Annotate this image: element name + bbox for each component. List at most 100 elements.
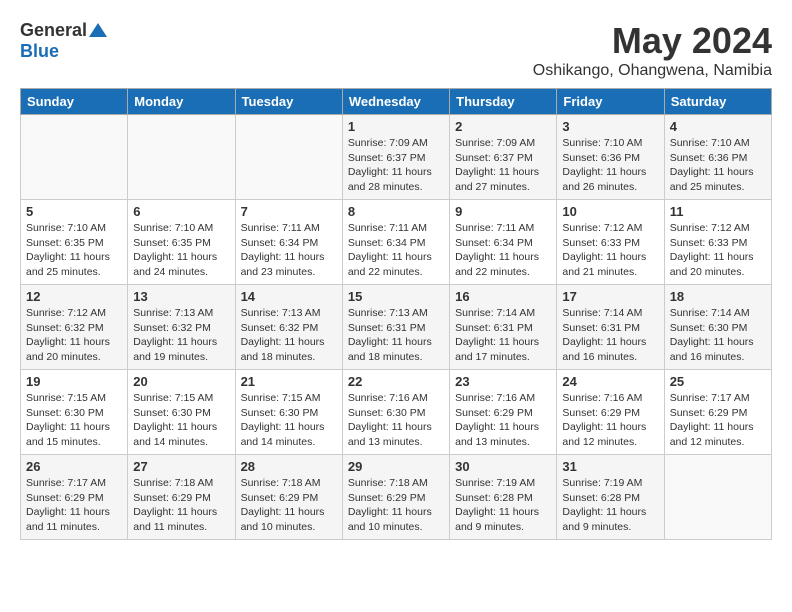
calendar-cell: 4Sunrise: 7:10 AM Sunset: 6:36 PM Daylig…: [664, 115, 771, 200]
day-number: 15: [348, 289, 444, 304]
location: Oshikango, Ohangwena, Namibia: [533, 62, 772, 80]
calendar-cell: [664, 455, 771, 540]
day-info: Sunrise: 7:12 AM Sunset: 6:33 PM Dayligh…: [670, 221, 766, 280]
calendar-cell: [235, 115, 342, 200]
day-info: Sunrise: 7:14 AM Sunset: 6:31 PM Dayligh…: [562, 306, 658, 365]
calendar-cell: [128, 115, 235, 200]
day-number: 9: [455, 204, 551, 219]
calendar-cell: [21, 115, 128, 200]
day-number: 1: [348, 119, 444, 134]
day-info: Sunrise: 7:11 AM Sunset: 6:34 PM Dayligh…: [241, 221, 337, 280]
calendar-cell: 16 Sunrise: 7:14 AM Sunset: 6:31 PM Dayli…: [450, 285, 557, 370]
header: General Blue May 2024 Oshikango, Ohangwe…: [20, 20, 772, 80]
calendar-cell: 9 Sunrise: 7:11 AM Sunset: 6:34 PM Daylig…: [450, 200, 557, 285]
day-number: 7: [241, 204, 337, 219]
day-number: 31: [562, 459, 658, 474]
calendar-cell: 10 Sunrise: 7:12 AM Sunset: 6:33 PM Dayli…: [557, 200, 664, 285]
weekday-header-thursday: Thursday: [450, 89, 557, 115]
day-number: 5: [26, 204, 122, 219]
day-info: Sunrise: 7:17 AM Sunset: 6:29 PM Dayligh…: [26, 476, 122, 535]
calendar-table: SundayMondayTuesdayWednesdayThursdayFrid…: [20, 88, 772, 540]
day-info: Sunrise: 7:10 AM Sunset: 6:35 PM Dayligh…: [133, 221, 229, 280]
calendar-cell: 6 Sunrise: 7:10 AM Sunset: 6:35 PM Daylig…: [128, 200, 235, 285]
day-number: 26: [26, 459, 122, 474]
weekday-header-saturday: Saturday: [664, 89, 771, 115]
day-number: 3: [562, 119, 658, 134]
calendar-cell: 19 Sunrise: 7:15 AM Sunset: 6:30 PM Dayli…: [21, 370, 128, 455]
calendar-cell: 27 Sunrise: 7:18 AM Sunset: 6:29 PM Dayli…: [128, 455, 235, 540]
title-area: May 2024 Oshikango, Ohangwena, Namibia: [533, 20, 772, 80]
day-info: Sunrise: 7:15 AM Sunset: 6:30 PM Dayligh…: [26, 391, 122, 450]
day-number: 8: [348, 204, 444, 219]
day-info: Sunrise: 7:14 AM Sunset: 6:31 PM Dayligh…: [455, 306, 551, 365]
day-info: Sunrise: 7:18 AM Sunset: 6:29 PM Dayligh…: [133, 476, 229, 535]
weekday-header-sunday: Sunday: [21, 89, 128, 115]
calendar-cell: 20 Sunrise: 7:15 AM Sunset: 6:30 PM Dayli…: [128, 370, 235, 455]
calendar-cell: 12 Sunrise: 7:12 AM Sunset: 6:32 PM Dayli…: [21, 285, 128, 370]
calendar-cell: 18 Sunrise: 7:14 AM Sunset: 6:30 PM Dayli…: [664, 285, 771, 370]
day-info: Sunrise: 7:16 AM Sunset: 6:29 PM Dayligh…: [455, 391, 551, 450]
day-number: 10: [562, 204, 658, 219]
calendar-cell: 29 Sunrise: 7:18 AM Sunset: 6:29 PM Dayli…: [342, 455, 449, 540]
day-number: 11: [670, 204, 766, 219]
day-info: Sunrise: 7:18 AM Sunset: 6:29 PM Dayligh…: [348, 476, 444, 535]
calendar-cell: 31 Sunrise: 7:19 AM Sunset: 6:28 PM Dayli…: [557, 455, 664, 540]
day-number: 14: [241, 289, 337, 304]
day-info: Sunrise: 7:10 AM Sunset: 6:36 PM Dayligh…: [670, 136, 766, 195]
calendar-cell: 2 Sunrise: 7:09 AM Sunset: 6:37 PM Daylig…: [450, 115, 557, 200]
logo-blue-text: Blue: [20, 41, 59, 61]
day-number: 30: [455, 459, 551, 474]
day-info: Sunrise: 7:13 AM Sunset: 6:32 PM Dayligh…: [241, 306, 337, 365]
calendar-cell: 5 Sunrise: 7:10 AM Sunset: 6:35 PM Daylig…: [21, 200, 128, 285]
logo-general-text: General: [20, 20, 87, 41]
calendar-cell: 24 Sunrise: 7:16 AM Sunset: 6:29 PM Dayli…: [557, 370, 664, 455]
calendar-cell: 3Sunrise: 7:10 AM Sunset: 6:36 PM Daylig…: [557, 115, 664, 200]
day-number: 20: [133, 374, 229, 389]
day-number: 28: [241, 459, 337, 474]
day-info: Sunrise: 7:19 AM Sunset: 6:28 PM Dayligh…: [562, 476, 658, 535]
weekday-header-tuesday: Tuesday: [235, 89, 342, 115]
day-info: Sunrise: 7:12 AM Sunset: 6:32 PM Dayligh…: [26, 306, 122, 365]
calendar-cell: 23 Sunrise: 7:16 AM Sunset: 6:29 PM Dayli…: [450, 370, 557, 455]
day-number: 19: [26, 374, 122, 389]
day-info: Sunrise: 7:09 AM Sunset: 6:37 PM Dayligh…: [348, 136, 444, 195]
day-info: Sunrise: 7:16 AM Sunset: 6:30 PM Dayligh…: [348, 391, 444, 450]
day-info: Sunrise: 7:14 AM Sunset: 6:30 PM Dayligh…: [670, 306, 766, 365]
day-info: Sunrise: 7:09 AM Sunset: 6:37 PM Dayligh…: [455, 136, 551, 195]
day-number: 17: [562, 289, 658, 304]
day-number: 6: [133, 204, 229, 219]
day-number: 18: [670, 289, 766, 304]
calendar-cell: 7 Sunrise: 7:11 AM Sunset: 6:34 PM Daylig…: [235, 200, 342, 285]
day-number: 23: [455, 374, 551, 389]
day-number: 21: [241, 374, 337, 389]
logo-triangle-icon: [89, 21, 107, 39]
weekday-header-friday: Friday: [557, 89, 664, 115]
calendar-cell: 26 Sunrise: 7:17 AM Sunset: 6:29 PM Dayli…: [21, 455, 128, 540]
day-info: Sunrise: 7:17 AM Sunset: 6:29 PM Dayligh…: [670, 391, 766, 450]
calendar-cell: 25 Sunrise: 7:17 AM Sunset: 6:29 PM Dayli…: [664, 370, 771, 455]
weekday-header-monday: Monday: [128, 89, 235, 115]
day-number: 25: [670, 374, 766, 389]
day-number: 16: [455, 289, 551, 304]
calendar-cell: 28 Sunrise: 7:18 AM Sunset: 6:29 PM Dayli…: [235, 455, 342, 540]
day-number: 12: [26, 289, 122, 304]
day-info: Sunrise: 7:12 AM Sunset: 6:33 PM Dayligh…: [562, 221, 658, 280]
calendar-cell: 11 Sunrise: 7:12 AM Sunset: 6:33 PM Dayli…: [664, 200, 771, 285]
day-info: Sunrise: 7:11 AM Sunset: 6:34 PM Dayligh…: [455, 221, 551, 280]
calendar-cell: 13Sunrise: 7:13 AM Sunset: 6:32 PM Dayli…: [128, 285, 235, 370]
calendar-cell: 22 Sunrise: 7:16 AM Sunset: 6:30 PM Dayli…: [342, 370, 449, 455]
day-info: Sunrise: 7:18 AM Sunset: 6:29 PM Dayligh…: [241, 476, 337, 535]
day-info: Sunrise: 7:19 AM Sunset: 6:28 PM Dayligh…: [455, 476, 551, 535]
day-number: 22: [348, 374, 444, 389]
day-number: 27: [133, 459, 229, 474]
day-number: 24: [562, 374, 658, 389]
day-number: 2: [455, 119, 551, 134]
day-info: Sunrise: 7:15 AM Sunset: 6:30 PM Dayligh…: [133, 391, 229, 450]
day-info: Sunrise: 7:10 AM Sunset: 6:35 PM Dayligh…: [26, 221, 122, 280]
weekday-header-wednesday: Wednesday: [342, 89, 449, 115]
calendar-cell: 1 Sunrise: 7:09 AM Sunset: 6:37 PM Daylig…: [342, 115, 449, 200]
day-number: 29: [348, 459, 444, 474]
calendar-cell: 14 Sunrise: 7:13 AM Sunset: 6:32 PM Dayli…: [235, 285, 342, 370]
day-info: Sunrise: 7:16 AM Sunset: 6:29 PM Dayligh…: [562, 391, 658, 450]
calendar-cell: 21Sunrise: 7:15 AM Sunset: 6:30 PM Dayli…: [235, 370, 342, 455]
